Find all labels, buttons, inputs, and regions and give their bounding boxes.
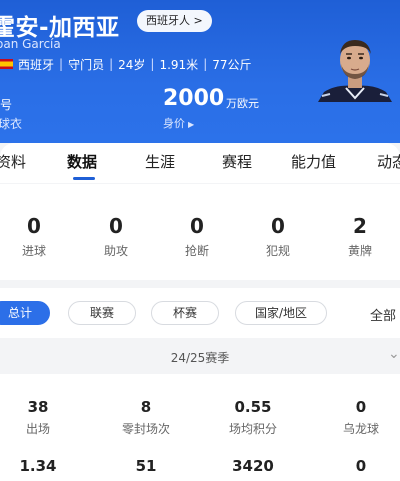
market-value-unit: 万欧元	[226, 97, 259, 110]
season-label: 24/25赛季	[170, 351, 230, 365]
detail-value: 0	[355, 457, 367, 475]
season-selector[interactable]: 24/25赛季 ⌄	[0, 340, 400, 374]
play-arrow-icon: ▶	[188, 120, 195, 129]
shirt-label: 球衣	[0, 117, 23, 131]
position-text: 守门员	[68, 57, 105, 72]
player-avatar	[316, 36, 394, 102]
detail-own-goals: 0 乌龙球	[316, 398, 400, 437]
player-header: 霍安-加西亚 西班牙人 > oan García 西班牙 | 守门员 | 24岁…	[0, 0, 400, 143]
tab-schedule[interactable]: 赛程	[222, 151, 252, 172]
filter-cup[interactable]: 杯赛	[151, 301, 219, 325]
filter-national[interactable]: 国家/地区	[235, 301, 327, 325]
detail-label: 出场	[25, 422, 50, 436]
detail-value: 0	[355, 398, 367, 416]
stat-value: 2	[353, 214, 367, 238]
detail-value: 1.34	[19, 457, 57, 475]
chevron-down-icon: ⌄	[388, 346, 400, 362]
detail-value: 0.55	[234, 398, 272, 416]
weight-text: 77公斤	[212, 57, 252, 72]
stat-label: 犯规	[265, 244, 290, 258]
detail-row2-stat: 51	[101, 457, 191, 475]
detail-label: 零封场次	[121, 422, 170, 436]
market-value-label: 身价	[163, 117, 185, 130]
tab-profile[interactable]: 资料	[0, 151, 26, 172]
stat-yellow-cards: 2 黄牌	[330, 214, 390, 259]
player-info-row: 西班牙 | 守门员 | 24岁 | 1.91米 | 77公斤	[0, 56, 252, 72]
player-name-english: oan García	[0, 37, 61, 51]
filter-league[interactable]: 联赛	[68, 301, 136, 325]
detail-row2-stat: 1.34	[0, 457, 83, 475]
detail-points-per-game: 0.55 场均积分	[208, 398, 298, 437]
detail-clean-sheets: 8 零封场次	[101, 398, 191, 437]
height-text: 1.91米	[159, 57, 199, 72]
stat-label: 助攻	[103, 244, 128, 258]
market-value: 2000	[163, 86, 225, 111]
info-divider: |	[150, 57, 155, 71]
detail-row2-stat: 0	[316, 457, 400, 475]
stat-value: 0	[190, 214, 204, 238]
detail-value: 51	[135, 457, 157, 475]
nationality-chip[interactable]: 西班牙人 >	[137, 10, 212, 32]
stat-value: 0	[109, 214, 123, 238]
age-text: 24岁	[118, 57, 146, 72]
detail-value: 8	[140, 398, 152, 416]
tab-ability[interactable]: 能力值	[291, 151, 336, 172]
stat-label: 黄牌	[347, 244, 372, 258]
summary-stats: 0 进球 0 助攻 0 抢断 0 犯规 2 黄牌	[0, 184, 400, 280]
detail-value: 3420	[232, 457, 274, 475]
tab-news[interactable]: 动态	[377, 151, 400, 172]
info-divider: |	[59, 57, 64, 71]
shirt-number-label: 号	[0, 98, 13, 112]
tab-stats[interactable]: 数据	[67, 151, 97, 172]
active-tab-indicator	[73, 177, 95, 180]
info-divider: |	[109, 57, 114, 71]
stat-tackles: 0 抢断	[167, 214, 227, 259]
detail-stats: 38 出场 8 零封场次 0.55 场均积分 0 乌龙球 1.34 51 342…	[0, 374, 400, 481]
detail-row2-stat: 3420	[208, 457, 298, 475]
nationality-text: 西班牙	[18, 57, 55, 72]
market-value-link[interactable]: 身价 ▶	[163, 115, 194, 131]
filter-total[interactable]: 总计	[0, 301, 50, 325]
stat-label: 进球	[21, 244, 46, 258]
detail-value: 38	[27, 398, 49, 416]
stat-value: 0	[27, 214, 41, 238]
stat-value: 0	[271, 214, 285, 238]
stat-label: 抢断	[184, 244, 209, 258]
stat-fouls: 0 犯规	[248, 214, 308, 259]
stat-goals: 0 进球	[4, 214, 64, 259]
detail-label: 乌龙球	[342, 422, 379, 436]
tab-bar: 资料 数据 生涯 赛程 能力值 动态	[0, 143, 400, 183]
info-divider: |	[203, 57, 208, 71]
spain-flag-icon	[0, 59, 13, 69]
tab-career[interactable]: 生涯	[145, 151, 175, 172]
detail-appearances: 38 出场	[0, 398, 83, 437]
detail-label: 场均积分	[228, 422, 277, 436]
filter-all[interactable]: 全部	[370, 305, 396, 324]
stat-assists: 0 助攻	[86, 214, 146, 259]
competition-filter-row: 总计 联赛 杯赛 国家/地区 全部	[0, 288, 400, 338]
